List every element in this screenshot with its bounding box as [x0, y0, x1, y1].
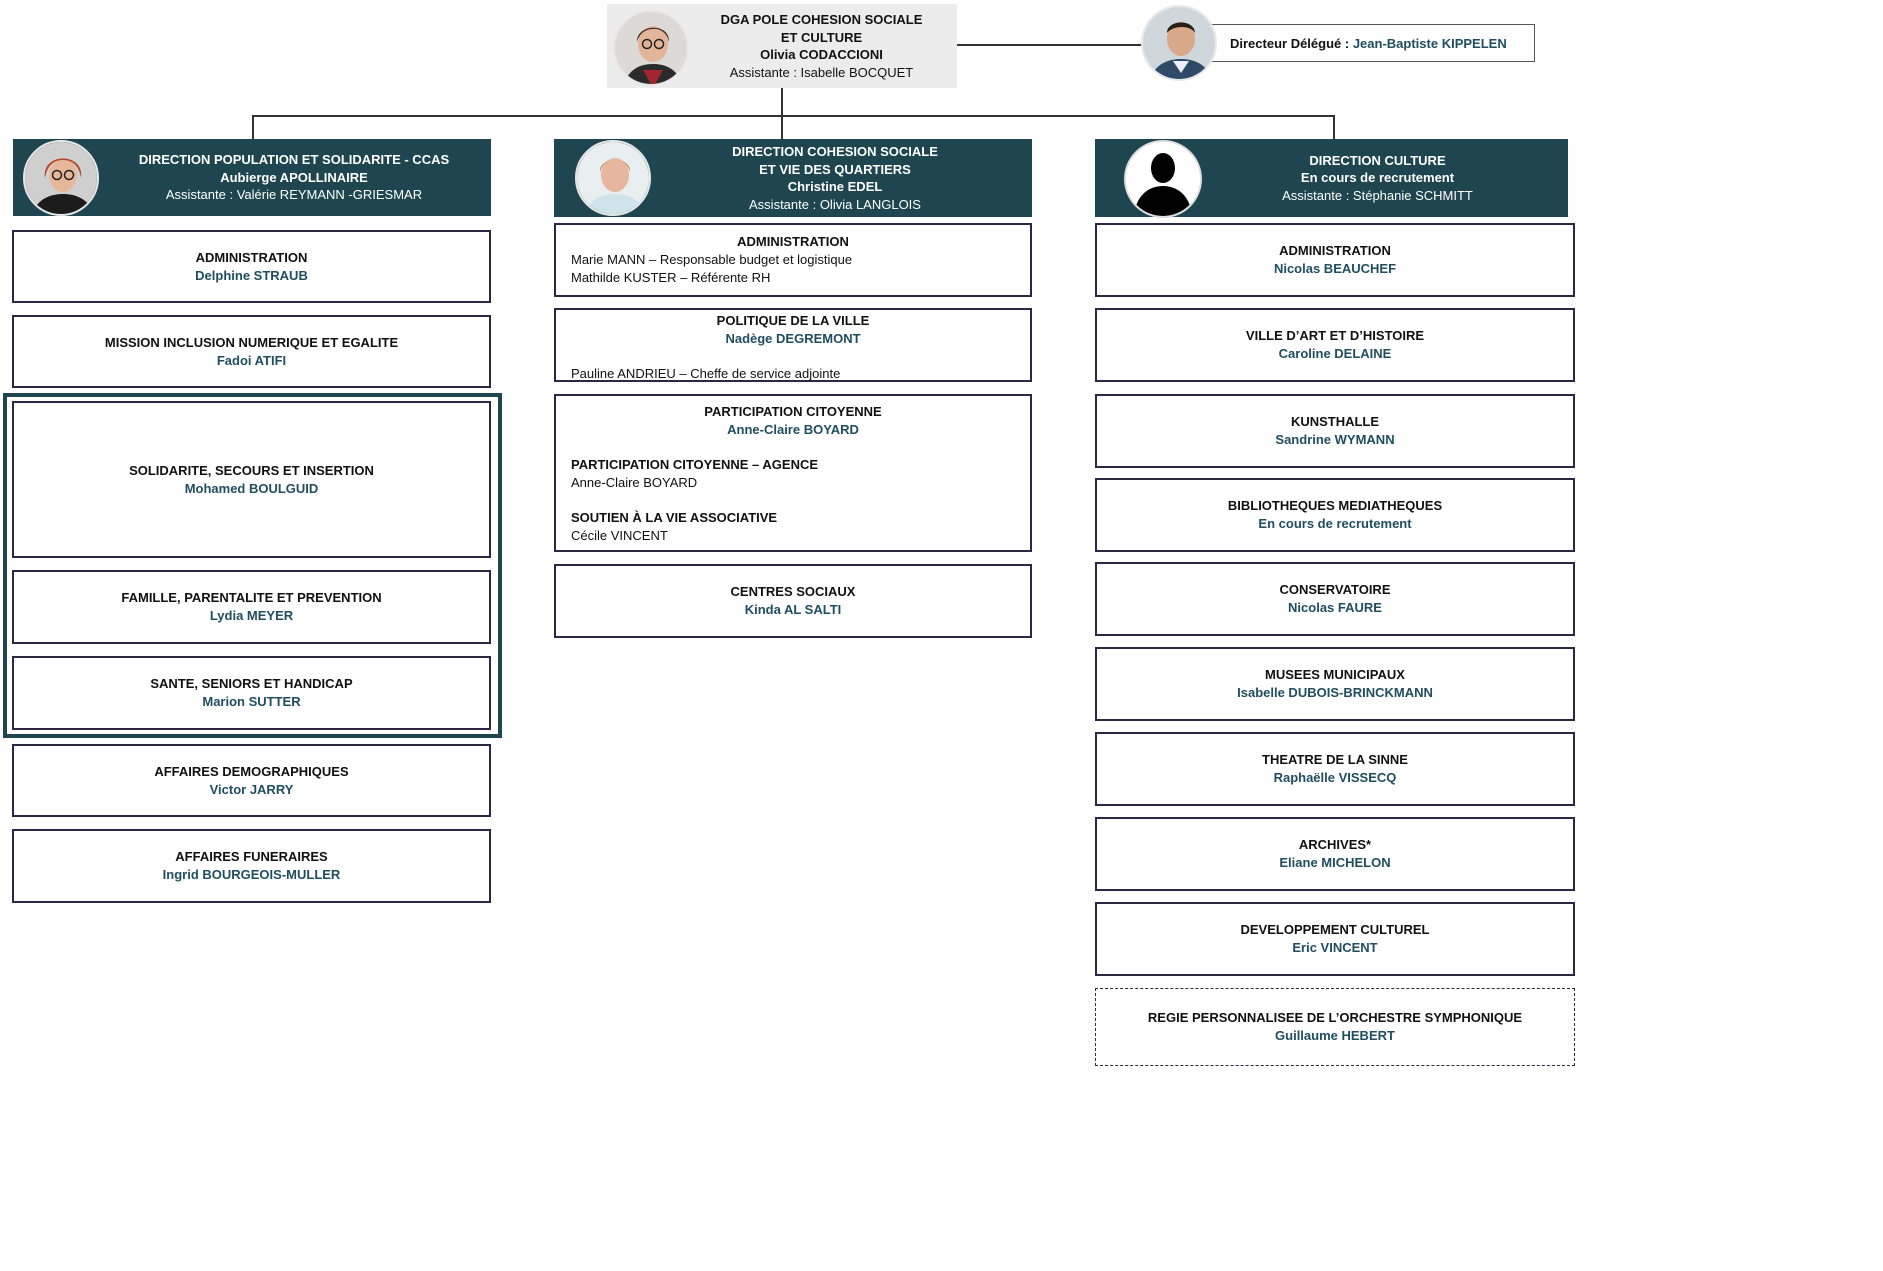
dga-name: Olivia CODACCIONI — [760, 47, 883, 62]
connector-dga-to-delegate — [957, 44, 1142, 46]
unit-head: Victor JARRY — [209, 781, 294, 797]
politique-card: POLITIQUE DE LA VILLE Nadège DEGREMONT P… — [554, 308, 1032, 382]
population-assistant: Assistante : Valérie REYMANN -GRIESMAR — [165, 187, 423, 203]
unit-title: ARCHIVES* — [1298, 837, 1372, 852]
unit-head: Isabelle DUBOIS-BRINCKMANN — [1237, 685, 1433, 700]
unit-title: AFFAIRES FUNERAIRES — [175, 849, 328, 864]
unit-head: Eliane MICHELON — [1279, 855, 1391, 870]
admin-member: Mathilde KUSTER – Référente RH — [571, 270, 771, 285]
unit-title: REGIE PERSONNALISEE DE L’ORCHESTRE SYMPH… — [1147, 1010, 1523, 1025]
unit-card: MUSEES MUNICIPAUX Isabelle DUBOIS-BRINCK… — [1095, 647, 1575, 721]
connector-to-culture — [1333, 115, 1335, 140]
unit-card: CONSERVATOIRE Nicolas FAURE — [1095, 562, 1575, 636]
culture-name: En cours de recrutement — [1300, 170, 1455, 186]
cohesion-portrait — [575, 140, 651, 216]
cohesion-assistant: Assistante : Olivia LANGLOIS — [749, 196, 921, 212]
unit-title: CONSERVATOIRE — [1279, 582, 1391, 597]
unit-title: VILLE D’ART ET D’HISTOIRE — [1245, 328, 1425, 343]
unit-head: Sandrine WYMANN — [1275, 432, 1395, 447]
unit-card: ADMINISTRATION Delphine STRAUB — [12, 230, 491, 303]
cohesion-name: Christine EDEL — [787, 179, 883, 194]
delegate-label: Directeur Délégué : — [1230, 35, 1353, 51]
unit-card: MISSION INCLUSION NUMERIQUE ET EGALITE F… — [12, 315, 491, 388]
unit-head: Eric VINCENT — [1292, 940, 1378, 955]
culture-assistant: Assistante : Stéphanie SCHMITT — [1282, 187, 1473, 203]
unit-head: Ingrid BOURGEOIS-MULLER — [162, 867, 341, 882]
unit-title: SOLIDARITE, SECOURS ET INSERTION — [129, 462, 374, 478]
unit-card: FAMILLE, PARENTALITE ET PREVENTION Lydia… — [12, 570, 491, 644]
unit-head: Nadège DEGREMONT — [725, 331, 861, 346]
delegate-box: Directeur Délégué : Jean-Baptiste KIPPEL… — [1185, 24, 1535, 62]
unit-title: THEATRE DE LA SINNE — [1262, 752, 1408, 767]
unit-title: MISSION INCLUSION NUMERIQUE ET EGALITE — [104, 334, 399, 350]
subunit-title: SOUTIEN À LA VIE ASSOCIATIVE — [571, 510, 778, 525]
cohesion-title-line2: ET VIE DES QUARTIERS — [759, 161, 911, 177]
unit-card: AFFAIRES FUNERAIRES Ingrid BOURGEOIS-MUL… — [12, 829, 491, 903]
unit-head: Fadoi ATIFI — [216, 352, 287, 368]
unit-card: VILLE D’ART ET D’HISTOIRE Caroline DELAI… — [1095, 308, 1575, 382]
unit-title: ADMINISTRATION — [1279, 243, 1391, 258]
unit-head: Guillaume HEBERT — [1275, 1028, 1395, 1043]
admin-member: Marie MANN – Responsable budget et logis… — [571, 252, 853, 267]
connector-dga-down — [781, 88, 783, 116]
unit-head: Nicolas FAURE — [1288, 600, 1382, 615]
cohesion-admin-card: ADMINISTRATION Marie MANN – Responsable … — [554, 223, 1032, 297]
unit-head: Caroline DELAINE — [1278, 346, 1392, 361]
unit-head: Marion SUTTER — [202, 694, 301, 709]
population-portrait — [23, 140, 99, 216]
unit-card: ARCHIVES* Eliane MICHELON — [1095, 817, 1575, 891]
unit-title: ADMINISTRATION — [737, 234, 849, 249]
connector-horizontal — [252, 115, 1335, 117]
unit-title: BIBLIOTHEQUES MEDIATHEQUES — [1227, 498, 1443, 513]
delegate-name: Jean-Baptiste KIPPELEN — [1352, 35, 1507, 51]
unit-head: Mohamed BOULGUID — [184, 480, 319, 496]
dga-title-line1: DGA POLE COHESION SOCIALE — [720, 12, 923, 27]
dga-assistant: Assistante : Isabelle BOCQUET — [729, 64, 914, 80]
unit-card: CENTRES SOCIAUX Kinda AL SALTI — [554, 564, 1032, 638]
orchestra-card: REGIE PERSONNALISEE DE L’ORCHESTRE SYMPH… — [1095, 988, 1575, 1066]
unit-card: ADMINISTRATION Nicolas BEAUCHEF — [1095, 223, 1575, 297]
unit-head: Nicolas BEAUCHEF — [1273, 261, 1397, 276]
cohesion-title-line1: DIRECTION COHESION SOCIALE — [732, 144, 938, 159]
unit-title: CENTRES SOCIAUX — [730, 584, 856, 599]
participation-card: PARTICIPATION CITOYENNE Anne-Claire BOYA… — [554, 394, 1032, 552]
dga-title-line2: ET CULTURE — [780, 29, 863, 45]
connector-to-population — [252, 115, 254, 140]
population-title: DIRECTION POPULATION ET SOLIDARITE - CCA… — [138, 152, 450, 168]
culture-title: DIRECTION CULTURE — [1309, 152, 1446, 168]
unit-title: KUNSTHALLE — [1290, 414, 1380, 429]
unit-card: THEATRE DE LA SINNE Raphaëlle VISSECQ — [1095, 732, 1575, 806]
unit-card: DEVELOPPEMENT CULTUREL Eric VINCENT — [1095, 902, 1575, 976]
population-name: Aubierge APOLLINAIRE — [220, 169, 368, 185]
deputy-head: Pauline ANDRIEU – Cheffe de service adjo… — [571, 366, 841, 381]
delegate-portrait — [1141, 5, 1217, 81]
unit-title: AFFAIRES DEMOGRAPHIQUES — [154, 763, 349, 779]
unit-title: DEVELOPPEMENT CULTUREL — [1240, 922, 1430, 937]
dga-portrait — [613, 10, 689, 86]
unit-card: BIBLIOTHEQUES MEDIATHEQUES En cours de r… — [1095, 478, 1575, 552]
unit-card: KUNSTHALLE Sandrine WYMANN — [1095, 394, 1575, 468]
unit-card: SANTE, SENIORS ET HANDICAP Marion SUTTER — [12, 656, 491, 730]
unit-title: SANTE, SENIORS ET HANDICAP — [150, 676, 353, 691]
unit-head: Kinda AL SALTI — [744, 602, 842, 617]
unit-title: MUSEES MUNICIPAUX — [1265, 667, 1405, 682]
subunit-head: Anne-Claire BOYARD — [571, 475, 698, 490]
unit-card: AFFAIRES DEMOGRAPHIQUES Victor JARRY — [12, 744, 491, 817]
unit-head: Delphine STRAUB — [195, 267, 308, 283]
unit-head: Anne-Claire BOYARD — [727, 422, 859, 437]
unit-card: SOLIDARITE, SECOURS ET INSERTION Mohamed… — [12, 401, 491, 558]
unit-head: En cours de recrutement — [1258, 516, 1412, 531]
placeholder-silhouette-icon — [1124, 140, 1202, 218]
unit-title: POLITIQUE DE LA VILLE — [716, 313, 870, 328]
unit-title: PARTICIPATION CITOYENNE — [704, 404, 882, 419]
unit-head: Lydia MEYER — [209, 608, 294, 623]
unit-head: Raphaëlle VISSECQ — [1273, 770, 1397, 785]
unit-title: ADMINISTRATION — [195, 249, 308, 265]
connector-to-cohesion — [781, 115, 783, 140]
unit-title: FAMILLE, PARENTALITE ET PREVENTION — [121, 590, 382, 605]
subunit-head: Cécile VINCENT — [571, 528, 668, 543]
subunit-title: PARTICIPATION CITOYENNE – AGENCE — [571, 457, 819, 472]
